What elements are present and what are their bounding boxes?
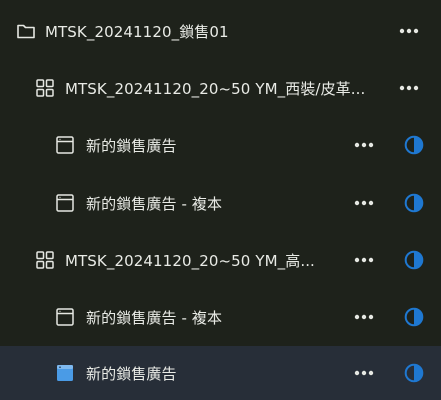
campaign-tree: MTSK_20241120_鎖售01 MTSK_20241120_20~50 Y… — [0, 0, 441, 400]
ad-1-label: 新的鎖售廣告 — [86, 136, 177, 155]
more-options-icon[interactable] — [396, 21, 422, 41]
tree-row-adset-1[interactable]: MTSK_20241120_20~50 YM_西裝/皮革... — [0, 61, 441, 115]
more-options-icon[interactable] — [351, 250, 377, 270]
ad-window-icon — [55, 193, 75, 213]
more-options-icon[interactable] — [351, 193, 377, 213]
tree-row-adset-2[interactable]: MTSK_20241120_20~50 YM_高... — [0, 233, 441, 287]
tree-row-ad-2[interactable]: 新的鎖售廣告 - 複本 — [0, 176, 441, 230]
more-options-icon[interactable] — [351, 135, 377, 155]
tree-row-campaign[interactable]: MTSK_20241120_鎖售01 — [0, 4, 441, 58]
campaign-label: MTSK_20241120_鎖售01 — [45, 22, 229, 41]
tree-row-ad-3[interactable]: 新的鎖售廣告 - 複本 — [0, 290, 441, 344]
adset-2-label: MTSK_20241120_20~50 YM_高... — [65, 251, 315, 270]
ad-window-icon — [55, 135, 75, 155]
more-options-icon[interactable] — [351, 363, 377, 383]
adset-1-label: MTSK_20241120_20~50 YM_西裝/皮革... — [65, 79, 366, 98]
more-options-icon[interactable] — [351, 307, 377, 327]
tree-row-ad-4-selected[interactable]: 新的鎖售廣告 — [0, 346, 441, 400]
status-toggle-icon[interactable] — [403, 192, 425, 214]
ad-window-icon — [55, 307, 75, 327]
more-options-icon[interactable] — [396, 78, 422, 98]
ad-4-label: 新的鎖售廣告 — [86, 364, 177, 383]
status-toggle-icon[interactable] — [403, 249, 425, 271]
status-toggle-icon[interactable] — [403, 362, 425, 384]
ad-3-label: 新的鎖售廣告 - 複本 — [86, 308, 223, 327]
folder-icon — [16, 21, 36, 41]
ad-window-icon — [55, 363, 75, 383]
tree-row-ad-1[interactable]: 新的鎖售廣告 — [0, 118, 441, 172]
status-toggle-icon[interactable] — [403, 134, 425, 156]
grid-icon — [35, 78, 55, 98]
grid-icon — [35, 250, 55, 270]
ad-2-label: 新的鎖售廣告 - 複本 — [86, 194, 223, 213]
status-toggle-icon[interactable] — [403, 306, 425, 328]
